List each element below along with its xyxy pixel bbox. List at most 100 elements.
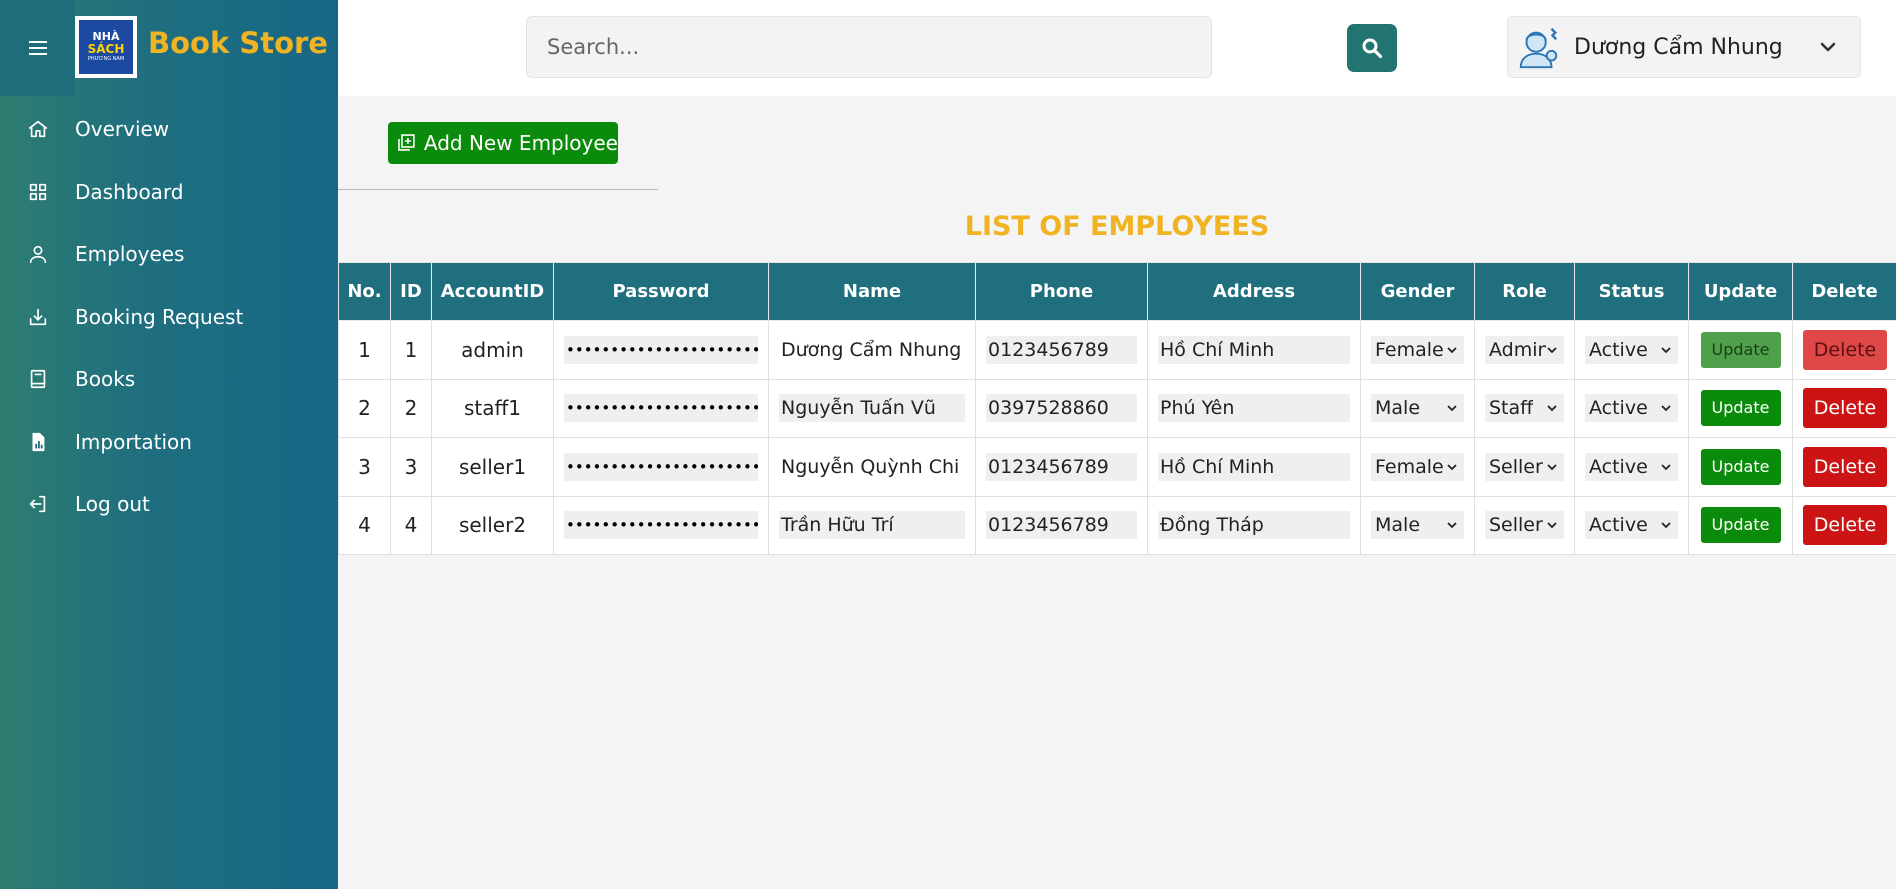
phone-field[interactable]: 0123456789 [986,452,1137,481]
chevron-down-icon [1447,405,1457,412]
name-field[interactable]: Dương Cẩm Nhung [779,335,965,364]
add-employee-label: Add New Employee [423,131,618,155]
user-menu[interactable]: Dương Cẩm Nhung [1507,16,1861,78]
address-field[interactable]: Đồng Tháp [1158,511,1350,540]
address-field[interactable]: Hồ Chí Minh [1158,452,1350,481]
search-input[interactable] [527,17,1147,77]
search-bar [526,16,1397,78]
employees-table: No. ID AccountID Password Name Phone Add… [338,262,1896,555]
grid-icon [26,180,50,204]
cell-id: 3 [390,437,432,497]
logo-text-2: SÁCH [87,41,125,56]
chevron-down-icon [1661,522,1671,529]
status-select[interactable]: Active [1585,452,1678,481]
column-header-name: Name [768,262,976,321]
status-value: Active [1589,338,1648,361]
sidebar: NHÀ SÁCH PHƯƠNG NAM Book Store Overview … [0,0,338,889]
role-select[interactable]: Seller [1485,511,1564,540]
update-button[interactable]: Update [1700,331,1781,368]
column-header-address: Address [1147,262,1361,321]
name-field[interactable]: Trần Hữu Trí [779,511,965,540]
sidebar-item-dashboard[interactable]: Dashboard [0,161,338,224]
chevron-down-icon [1547,522,1557,529]
gender-select[interactable]: Female [1371,335,1464,364]
chevron-down-icon [1661,464,1671,471]
column-header-password: Password [553,262,769,321]
phone-field[interactable]: 0397528860 [986,394,1137,423]
role-select[interactable]: Admin [1485,335,1564,364]
cell-no: 2 [338,378,391,438]
phone-field[interactable]: 0123456789 [986,511,1137,540]
add-copy-icon [398,134,415,151]
status-select[interactable]: Active [1585,511,1678,540]
role-value: Staff [1489,397,1534,420]
column-header-gender: Gender [1360,262,1475,321]
delete-button[interactable]: Delete [1803,446,1887,487]
delete-button[interactable]: Delete [1803,388,1887,429]
gender-select[interactable]: Male [1371,511,1464,540]
table-row: 4 4 seller2 ••••••••••••••••••••••••• Tr… [338,495,1896,555]
delete-button[interactable]: Delete [1803,329,1887,370]
column-header-role: Role [1474,262,1575,321]
password-field[interactable]: ••••••••••••••••••••••••• [564,394,758,423]
user-name: Dương Cẩm Nhung [1574,34,1783,60]
status-select[interactable]: Active [1585,394,1678,423]
divider [338,189,658,190]
update-button[interactable]: Update [1700,448,1781,485]
cell-account: seller2 [431,495,554,555]
role-value: Seller [1489,514,1543,537]
phone-field[interactable]: 0123456789 [986,335,1137,364]
chevron-down-icon [1447,347,1457,354]
main-content: Add New Employee LIST OF EMPLOYEES No. I… [338,96,1896,889]
address-field[interactable]: Hồ Chí Minh [1158,335,1350,364]
sidebar-item-books[interactable]: Books [0,348,338,411]
role-select[interactable]: Seller [1485,452,1564,481]
gender-value: Female [1375,338,1444,361]
sidebar-item-importation[interactable]: Importation [0,411,338,474]
menu-toggle-button[interactable] [0,0,75,96]
cell-id: 4 [390,495,432,555]
status-select[interactable]: Active [1585,335,1678,364]
role-select[interactable]: Staff [1485,394,1564,423]
name-field[interactable]: Nguyễn Tuấn Vũ [779,394,965,423]
column-header-id: ID [390,262,432,321]
gender-select[interactable]: Male [1371,394,1464,423]
table-row: 1 1 admin ••••••••••••••••••••••••• Dươn… [338,320,1896,380]
sidebar-item-label: Log out [75,492,150,517]
status-value: Active [1589,397,1648,420]
gender-select[interactable]: Female [1371,452,1464,481]
chevron-down-icon [1547,464,1557,471]
avatar [1514,22,1564,72]
user-icon [26,242,50,266]
password-field[interactable]: ••••••••••••••••••••••••• [564,335,758,364]
password-field[interactable]: ••••••••••••••••••••••••• [564,511,758,540]
search-button[interactable] [1347,24,1397,72]
chevron-down-icon [1547,405,1557,412]
status-value: Active [1589,514,1648,537]
update-button[interactable]: Update [1700,390,1781,427]
top-header: Dương Cẩm Nhung [338,0,1896,96]
table-row: 2 2 staff1 ••••••••••••••••••••••••• Ngu… [338,378,1896,438]
column-header-update: Update [1688,262,1793,321]
chevron-down-icon [1661,347,1671,354]
column-header-status: Status [1574,262,1689,321]
sidebar-item-overview[interactable]: Overview [0,98,338,161]
sidebar-item-booking-request[interactable]: Booking Request [0,286,338,349]
update-button[interactable]: Update [1700,507,1781,544]
add-employee-button[interactable]: Add New Employee [388,122,618,164]
name-field[interactable]: Nguyễn Quỳnh Chi [779,452,965,481]
cell-account: admin [431,320,554,380]
sidebar-item-employees[interactable]: Employees [0,223,338,286]
sidebar-item-logout[interactable]: Log out [0,473,338,536]
chevron-down-icon [1447,522,1457,529]
role-value: Seller [1489,455,1543,478]
column-header-accountid: AccountID [431,262,554,321]
cell-no: 3 [338,437,391,497]
column-header-delete: Delete [1792,262,1896,321]
delete-button[interactable]: Delete [1803,505,1887,546]
table-header-row: No. ID AccountID Password Name Phone Add… [338,262,1896,321]
sidebar-item-label: Dashboard [75,179,184,204]
password-field[interactable]: ••••••••••••••••••••••••• [564,452,758,481]
cell-id: 1 [390,320,432,380]
address-field[interactable]: Phú Yên [1158,394,1350,423]
